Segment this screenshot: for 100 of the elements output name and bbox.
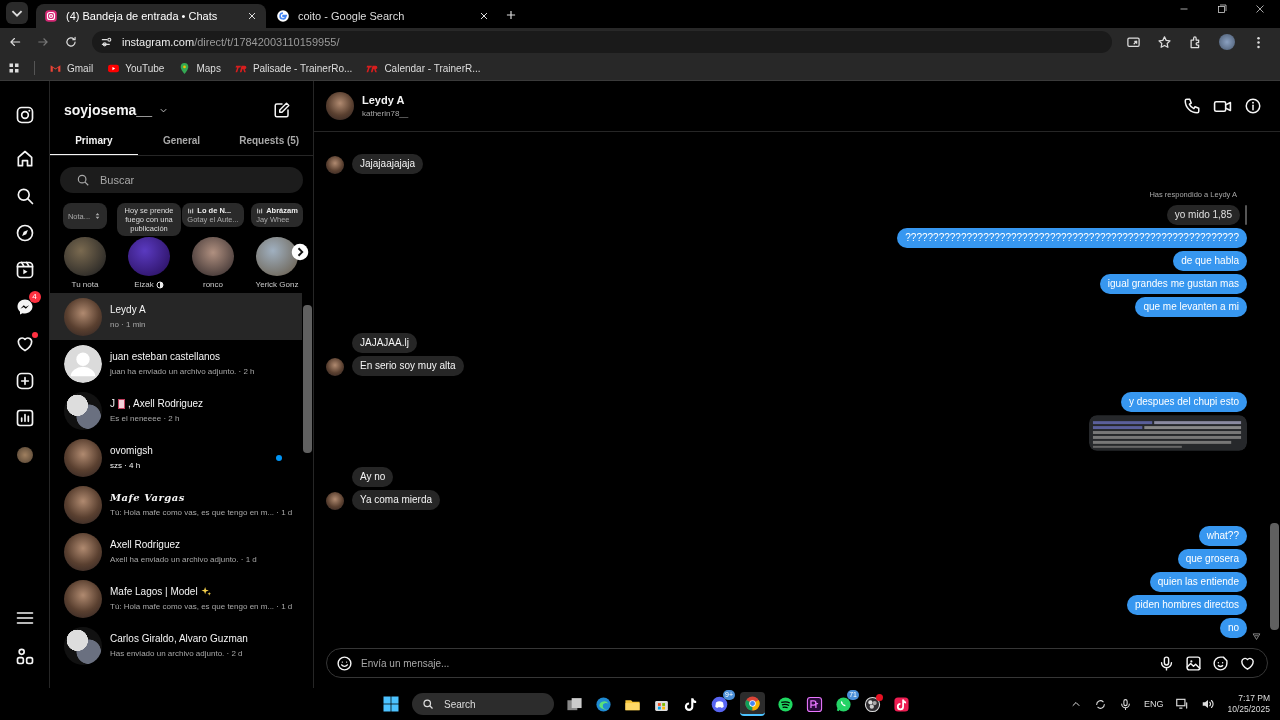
chrome-icon[interactable]	[744, 694, 761, 712]
instagram-icon	[44, 9, 58, 23]
message-bubble: Ya coma mierda	[352, 490, 441, 510]
message-preview: Axell ha enviado un archivo adjunto. · 1 d	[110, 555, 257, 564]
browser-tab[interactable]: coito - Google Search	[268, 4, 498, 28]
conversation-item[interactable]: Leydy A no · 1 min	[50, 293, 302, 340]
bookmark[interactable]: Calendar - TrainerR...	[366, 61, 481, 75]
phone-icon[interactable]	[1183, 96, 1201, 115]
bookmark[interactable]: Maps	[178, 61, 221, 75]
reels-icon[interactable]	[14, 260, 35, 280]
compass-icon[interactable]	[14, 223, 35, 243]
conversation-item[interactable]: Axell Rodriguez Axell ha enviado un archivo adjunto. · 1 d	[50, 528, 302, 575]
windows-start-icon[interactable]	[382, 695, 400, 713]
inbox-tab[interactable]: General	[137, 127, 226, 155]
url-text: instagram.com/direct/t/17842003110159955/	[122, 36, 340, 48]
tab-list-icon[interactable]	[6, 2, 28, 24]
avatar	[64, 532, 102, 571]
discord-icon[interactable]	[711, 695, 728, 713]
apps-grid-icon[interactable]	[8, 62, 20, 74]
close-icon[interactable]	[478, 10, 490, 22]
account-name[interactable]: soyjosema__	[64, 102, 152, 118]
obs-icon[interactable]	[864, 695, 881, 713]
contact-name: Mafe Lagos | Model	[110, 586, 198, 597]
spotify-icon[interactable]	[777, 695, 794, 713]
plus-icon[interactable]	[14, 371, 35, 391]
edge-icon[interactable]	[595, 695, 612, 713]
close-icon[interactable]	[1254, 3, 1266, 15]
bookmark[interactable]: Gmail	[49, 61, 94, 75]
conversation-item[interactable]: Mafe Lagos | Model Tú: Hola mafe como vas, es que tengo en m... · 1 d	[50, 575, 302, 622]
avatar	[64, 579, 102, 618]
inbox-tab[interactable]: Primary	[50, 127, 138, 155]
message-bubble: y despues del chupi esto	[1120, 392, 1247, 412]
username: katherin78__	[362, 109, 409, 118]
avatar[interactable]	[326, 92, 354, 120]
avatar	[64, 344, 102, 383]
note-name: Eizak	[134, 280, 154, 289]
instagram-logo-icon[interactable]	[14, 105, 35, 125]
reload-icon[interactable]	[64, 35, 78, 49]
task-view-icon[interactable]	[566, 695, 583, 713]
bookmark[interactable]: YouTube	[107, 61, 165, 75]
inbox-tab[interactable]: Requests (5)	[225, 127, 313, 155]
message-bubble: igual grandes me gustan mas	[1099, 274, 1247, 294]
clock[interactable]: 7:17 PM 10/25/2025	[1227, 692, 1270, 716]
volume-icon[interactable]	[1201, 697, 1216, 711]
premiere-icon[interactable]	[806, 695, 823, 713]
conversation-item[interactable]: juan esteban castellanos juan ha enviado un archivo adjunto. · 2 h	[50, 340, 302, 387]
profile-avatar[interactable]	[16, 447, 33, 463]
search-icon	[76, 173, 90, 187]
contact-name[interactable]: Leydy A	[362, 94, 409, 106]
emoji-icon[interactable]	[336, 655, 353, 672]
conversation-item[interactable]: Carlos Giraldo, Alvaro Guzman Has enviado un archivo adjunto. · 2 d	[50, 622, 302, 669]
avatar	[64, 297, 102, 336]
network-icon[interactable]	[1175, 697, 1190, 711]
message-preview: szs · 4 h	[110, 461, 142, 470]
message-field[interactable]: Envía un mensaje...	[326, 648, 1268, 678]
message-bubble: JAJAJAA.lj	[352, 333, 417, 353]
cast-icon[interactable]	[1126, 34, 1141, 50]
tiktok-icon[interactable]	[682, 695, 699, 713]
language-indicator[interactable]: ENG	[1143, 699, 1164, 709]
tiktok-icon[interactable]	[893, 695, 910, 713]
compose-icon[interactable]	[273, 101, 291, 119]
chart-icon[interactable]	[14, 408, 35, 428]
message-bubble: ????????????????????????????????????????????????????????????	[897, 228, 1247, 248]
note-avatar[interactable]	[256, 237, 298, 276]
profile-avatar[interactable]	[1219, 34, 1235, 50]
taskbar-search[interactable]: Search	[412, 693, 554, 715]
conversation-item[interactable]: ovomigsh szs · 4 h	[50, 434, 302, 481]
back-icon[interactable]	[8, 35, 22, 49]
microphone-icon[interactable]	[1158, 655, 1175, 672]
note-name: Yerick Gonz	[255, 280, 299, 289]
heart-icon[interactable]	[1239, 655, 1256, 672]
bookmark[interactable]: Palisade - TrainerRo...	[234, 61, 353, 75]
new-tab-icon[interactable]	[504, 8, 518, 22]
close-icon[interactable]	[246, 10, 258, 22]
sync-icon[interactable]	[1093, 697, 1107, 711]
conversation-item[interactable]: J , Axell Rodriguez Es el neneeee · 2 h	[50, 387, 302, 434]
image-icon[interactable]	[1185, 655, 1202, 672]
search-icon	[422, 698, 434, 710]
message-bubble: Jajajaajajaja	[352, 154, 424, 174]
music-bars-icon	[187, 206, 196, 215]
microphone-icon[interactable]	[1118, 697, 1132, 711]
contact-name: juan esteban castellanos	[110, 351, 221, 362]
address-bar[interactable]: instagram.com/direct/t/17842003110159955/	[92, 31, 1112, 53]
contact-name: J	[110, 398, 115, 409]
apps-icon[interactable]	[14, 646, 35, 666]
message-bubble: En serio soy muy alta	[352, 356, 464, 376]
next-icon[interactable]	[291, 243, 309, 261]
info-icon[interactable]	[1244, 96, 1262, 115]
star-icon[interactable]	[1157, 34, 1172, 50]
message-bubble: quien las entiende	[1149, 572, 1247, 592]
restore-icon[interactable]	[1216, 3, 1228, 15]
contact-name: , Axell Rodriguez	[128, 398, 204, 409]
conversation-item[interactable]: Mafe Vargas Tú: Hola mafe como vas, es que tengo en m... · 1 d	[50, 481, 302, 528]
note-avatar[interactable]	[192, 237, 234, 276]
avatar	[64, 485, 102, 524]
message-preview: Tú: Hola mafe como vas, es que tengo en m... · 1 d	[110, 602, 290, 611]
search-field[interactable]: Buscar	[60, 167, 303, 193]
browser-tab[interactable]: (4) Bandeja de entrada • Chats	[36, 4, 266, 28]
whatsapp-icon[interactable]	[835, 695, 852, 713]
sticker-icon[interactable]	[1212, 655, 1229, 672]
